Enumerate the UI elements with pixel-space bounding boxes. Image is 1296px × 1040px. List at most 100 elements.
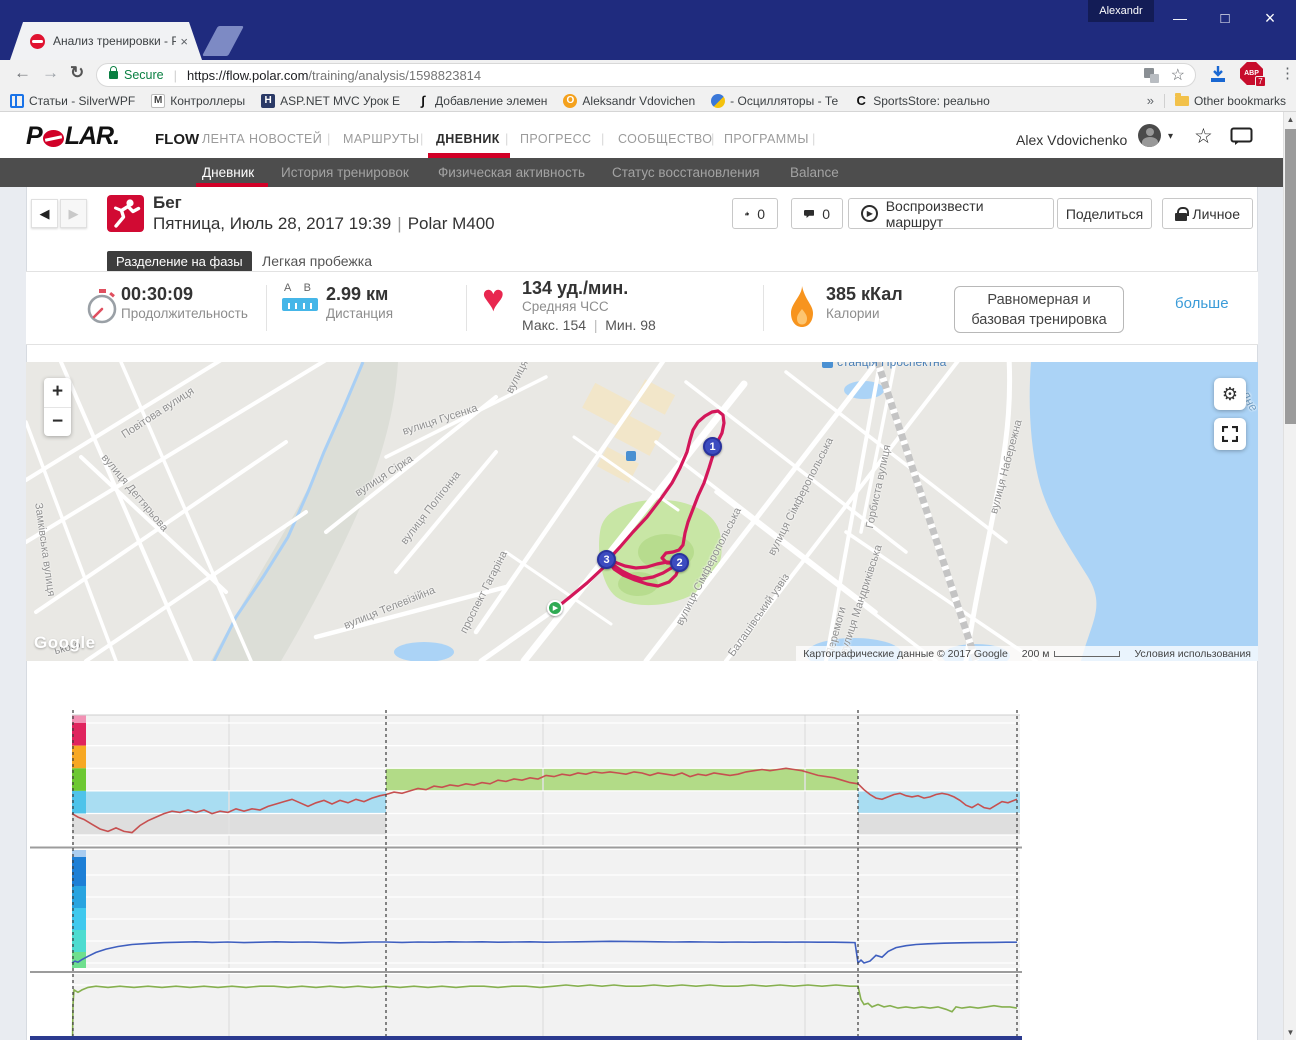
route-start-marker[interactable]: ▶ xyxy=(547,600,563,616)
comment-count: 0 xyxy=(822,205,830,222)
map-fullscreen-button[interactable] xyxy=(1214,418,1246,450)
nav-news-feed[interactable]: ЛЕНТА НОВОСТЕЙ xyxy=(202,132,322,146)
bookmark-item[interactable]: ∫ Добавление элемен xyxy=(416,93,547,108)
station-icon xyxy=(822,362,833,368)
flame-icon xyxy=(791,286,813,327)
browser-profile-chip[interactable]: Alexandr xyxy=(1088,0,1154,22)
user-name[interactable]: Alex Vdovichenko xyxy=(1016,132,1127,148)
thumb-up-icon xyxy=(745,211,749,216)
scrollbar-thumb[interactable] xyxy=(1285,129,1296,424)
subnav-activity[interactable]: Физическая активность xyxy=(438,165,585,180)
prev-session-button[interactable]: ◀ xyxy=(31,199,58,228)
back-icon[interactable]: ← xyxy=(14,63,31,83)
menu-icon[interactable]: ⋮ xyxy=(1280,64,1295,82)
nav-progress[interactable]: ПРОГРЕСС xyxy=(520,132,591,146)
polar-logo-o-icon xyxy=(42,129,64,147)
secure-label: Secure xyxy=(124,68,164,82)
chevron-down-icon[interactable]: ▾ xyxy=(1168,131,1173,142)
training-benefit-button[interactable]: Равномерная и базовая тренировка xyxy=(954,286,1124,333)
training-charts[interactable] xyxy=(26,665,1258,1040)
route-marker-3[interactable]: 3 xyxy=(597,550,616,569)
like-count: 0 xyxy=(757,205,765,222)
bookmarks-overflow-icon[interactable]: » xyxy=(1147,93,1154,108)
metro-icon xyxy=(626,451,636,461)
new-tab-button[interactable] xyxy=(202,26,244,56)
translate-icon[interactable] xyxy=(1143,67,1159,83)
tab-close-icon[interactable]: × xyxy=(180,34,188,49)
route-map[interactable]: Повітова вулиця вулиця Дегтярьова Замків… xyxy=(26,362,1258,661)
comment-icon xyxy=(804,209,815,218)
window-minimize-button[interactable]: — xyxy=(1163,4,1197,32)
nav-diary[interactable]: ДНЕВНИК xyxy=(436,132,500,146)
sport-title: Бег xyxy=(153,193,182,212)
nav-programs[interactable]: ПРОГРАММЫ xyxy=(724,132,809,146)
bookmark-favicon-icon: Ϲ xyxy=(856,93,866,108)
page-scrollbar[interactable]: ▲ ▼ xyxy=(1283,112,1296,1040)
window-maximize-button[interactable]: □ xyxy=(1208,4,1242,32)
reload-icon[interactable]: ↻ xyxy=(70,63,84,83)
subnav-history[interactable]: История тренировок xyxy=(281,165,409,180)
nav-routes[interactable]: МАРШРУТЫ xyxy=(343,132,419,146)
google-logo[interactable]: Google xyxy=(34,633,96,653)
session-datetime: Пятница, Июль 28, 2017 19:39 | Polar M400 xyxy=(153,214,495,233)
messages-icon[interactable] xyxy=(1230,127,1253,146)
scroll-down-icon[interactable]: ▼ xyxy=(1284,1025,1296,1040)
map-terms-link[interactable]: Условия использования xyxy=(1127,646,1258,661)
tab-title: Анализ тренировки - Po xyxy=(53,34,177,48)
other-bookmarks-button[interactable]: Other bookmarks xyxy=(1174,92,1286,108)
bookmark-star-icon[interactable]: ☆ xyxy=(1171,65,1185,85)
lock-icon xyxy=(109,66,118,79)
subnav-recovery[interactable]: Статус восстановления xyxy=(612,165,760,180)
session-note: Легкая пробежка xyxy=(262,253,372,269)
comment-button[interactable]: 0 xyxy=(791,198,843,229)
map-settings-button[interactable]: ⚙ xyxy=(1214,378,1246,410)
running-sport-icon xyxy=(107,195,144,232)
polar-favicon-icon xyxy=(30,33,45,49)
route-marker-2[interactable]: 2 xyxy=(670,553,689,572)
flow-label[interactable]: FLOW xyxy=(155,131,199,148)
title-bar: Анализ тренировки - Po × Alexandr — □ × xyxy=(0,0,1296,60)
zoom-out-button[interactable]: − xyxy=(44,408,71,437)
duration-label: Продолжительность xyxy=(121,306,248,321)
bookmark-item[interactable]: - Осцилляторы - Те xyxy=(711,93,838,108)
stopwatch-icon xyxy=(87,289,117,324)
bookmark-item[interactable]: H ASP.NET MVC Урок Е xyxy=(261,93,400,108)
address-bar[interactable]: Secure | https://flow.polar.com /trainin… xyxy=(96,63,1196,87)
avg-hr-value: 134 уд./мин. xyxy=(522,278,629,298)
distance-value: 2.99 км xyxy=(326,284,389,304)
subnav-balance[interactable]: Balance xyxy=(790,165,839,180)
bookmark-favicon-icon xyxy=(10,93,24,108)
browser-tab[interactable]: Анализ тренировки - Po × xyxy=(10,22,202,60)
url-path: /training/analysis/1598823814 xyxy=(308,67,482,83)
bookmark-item[interactable]: Ϲ SportsStore: реально xyxy=(854,93,990,108)
route-marker-1[interactable]: 1 xyxy=(703,437,722,456)
forward-icon[interactable]: → xyxy=(42,63,59,83)
more-link[interactable]: больше xyxy=(1175,295,1229,312)
nav-community[interactable]: СООБЩЕСТВО xyxy=(618,132,712,146)
scroll-up-icon[interactable]: ▲ xyxy=(1284,112,1296,127)
device-name: Polar M400 xyxy=(407,214,495,233)
download-extension-icon[interactable] xyxy=(1208,64,1228,84)
privacy-button[interactable]: Личное xyxy=(1162,198,1253,229)
training-charts-panel: 1 2 3 189 170 151 132 113 95 03:09 04:00… xyxy=(0,665,1283,1040)
bookmarks-bar: Статьи - SilverWPF M Контроллеры H ASP.NET… xyxy=(0,90,1296,112)
bookmark-item[interactable]: Статьи - SilverWPF xyxy=(10,93,135,108)
folder-icon xyxy=(1174,92,1189,106)
bookmark-item[interactable]: O Aleksandr Vdovichen xyxy=(563,93,695,108)
like-button[interactable]: 0 xyxy=(732,198,778,229)
window-close-button[interactable]: × xyxy=(1253,4,1287,32)
phase-split-badge[interactable]: Разделение на фазы xyxy=(107,251,252,272)
avatar[interactable] xyxy=(1138,124,1161,147)
next-session-button[interactable]: ▶ xyxy=(60,199,87,228)
map-zoom-control: + − xyxy=(44,378,71,436)
favorites-star-icon[interactable]: ☆ xyxy=(1194,124,1213,149)
play-route-button[interactable]: ▶ Воспроизвести маршрут xyxy=(848,198,1054,230)
zoom-in-button[interactable]: + xyxy=(44,378,71,408)
summary-stats-bar: 00:30:09 Продолжительность А В 2.99 км Д… xyxy=(26,271,1258,345)
share-button[interactable]: Поделиться xyxy=(1057,198,1152,229)
bookmark-favicon-icon: O xyxy=(563,93,578,108)
subnav-diary[interactable]: Дневник xyxy=(202,165,254,180)
diary-subnav: Дневник История тренировок Физическая ак… xyxy=(0,158,1296,187)
bookmark-item[interactable]: M Контроллеры xyxy=(151,93,245,108)
polar-logo[interactable]: P LAR. xyxy=(26,122,120,151)
